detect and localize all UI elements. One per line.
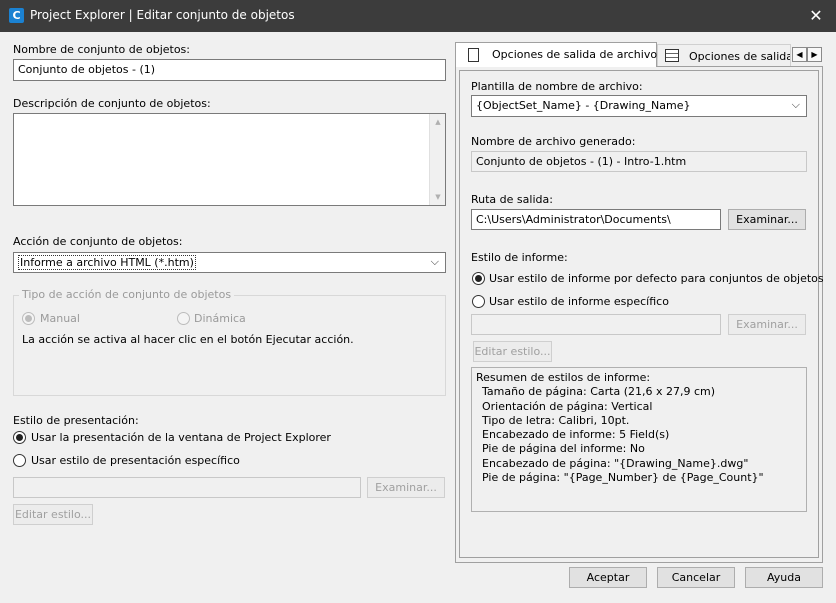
generated-filename-field: Conjunto de objetos - (1) - Intro-1.htm <box>471 151 807 172</box>
report-default-label: Usar estilo de informe por defecto para … <box>489 272 824 285</box>
cancel-button[interactable]: Cancelar <box>657 567 735 588</box>
template-select[interactable]: {ObjectSet_Name} - {Drawing_Name} ⌵ <box>471 95 807 117</box>
window-title: Project Explorer | Editar conjunto de ob… <box>30 8 295 22</box>
report-default-radio[interactable] <box>472 272 485 285</box>
output-path-label: Ruta de salida: <box>471 193 553 206</box>
document-icon <box>468 48 479 62</box>
summary-line: Tipo de letra: Calibri, 10pt. <box>482 413 630 427</box>
report-path-input[interactable] <box>471 314 721 335</box>
summary-line: Encabezado de página: "{Drawing_Name}.dw… <box>482 456 749 470</box>
action-select[interactable]: Informe a archivo HTML (*.htm) ⌵ <box>13 252 446 273</box>
presentation-explorer-label: Usar la presentación de la ventana de Pr… <box>31 431 331 444</box>
description-textarea[interactable]: ▲ ▼ <box>13 113 446 206</box>
action-label: Acción de conjunto de objetos: <box>13 235 183 248</box>
report-specific-label: Usar estilo de informe específico <box>489 295 669 308</box>
chevron-down-icon: ⌵ <box>430 255 439 268</box>
tab-output-options[interactable]: Opciones de salida <box>657 44 791 66</box>
summary-line: Pie de página: "{Page_Number} de {Page_C… <box>482 471 764 485</box>
title-bar: C Project Explorer | Editar conjunto de … <box>0 0 836 32</box>
action-note: La acción se activa al hacer clic en el … <box>22 333 354 346</box>
dynamic-radio[interactable] <box>177 312 190 325</box>
manual-radio[interactable] <box>22 312 35 325</box>
scroll-up-icon[interactable]: ▲ <box>430 118 446 126</box>
close-icon[interactable]: ✕ <box>796 0 836 32</box>
report-specific-radio[interactable] <box>472 295 485 308</box>
template-select-value: {ObjectSet_Name} - {Drawing_Name} <box>476 99 691 112</box>
tab-file-output-label: Opciones de salida de archivo <box>492 48 658 61</box>
presentation-specific-label: Usar estilo de presentación específico <box>31 454 240 467</box>
help-button[interactable]: Ayuda <box>745 567 823 588</box>
summary-line: Encabezado de informe: 5 Field(s) <box>482 428 670 442</box>
description-label: Descripción de conjunto de objetos: <box>13 97 211 110</box>
report-edit-button[interactable]: Editar estilo... <box>473 341 552 362</box>
presentation-label: Estilo de presentación: <box>13 414 139 427</box>
tab-scroll-right-icon[interactable]: ▶ <box>807 47 822 62</box>
dynamic-label: Dinámica <box>194 312 246 325</box>
report-browse-button[interactable]: Examinar... <box>728 314 806 335</box>
summary-line: Orientación de página: Vertical <box>482 399 653 413</box>
output-path-input[interactable]: C:\Users\Administrator\Documents\ <box>471 209 721 230</box>
summary-line: Pie de página del informe: No <box>482 442 645 456</box>
generated-label: Nombre de archivo generado: <box>471 135 636 148</box>
report-style-label: Estilo de informe: <box>471 251 568 264</box>
presentation-browse-button[interactable]: Examinar... <box>367 477 445 498</box>
accept-button[interactable]: Aceptar <box>569 567 647 588</box>
tab-scroll-left-icon[interactable]: ◀ <box>792 47 807 62</box>
name-label: Nombre de conjunto de objetos: <box>13 43 190 56</box>
description-scrollbar[interactable]: ▲ ▼ <box>429 114 445 205</box>
report-summary: Resumen de estilos de informe: Tamaño de… <box>471 367 807 512</box>
template-label: Plantilla de nombre de archivo: <box>471 80 643 93</box>
presentation-edit-button[interactable]: Editar estilo... <box>13 504 93 525</box>
tab-output-options-label: Opciones de salida <box>689 50 791 63</box>
output-browse-button[interactable]: Examinar... <box>728 209 806 230</box>
action-type-title: Tipo de acción de conjunto de objetos <box>19 288 235 301</box>
presentation-path-input[interactable] <box>13 477 361 498</box>
summary-line: Tamaño de página: Carta (21,6 x 27,9 cm) <box>482 385 716 399</box>
name-input[interactable]: Conjunto de objetos - (1) <box>13 59 446 81</box>
app-icon: C <box>9 8 24 23</box>
action-select-value: Informe a archivo HTML (*.htm) <box>18 255 196 270</box>
presentation-explorer-radio[interactable] <box>13 431 26 444</box>
chevron-down-icon: ⌵ <box>791 98 800 111</box>
manual-label: Manual <box>40 312 80 325</box>
tab-file-output[interactable]: Opciones de salida de archivo <box>455 42 657 67</box>
summary-title: Resumen de estilos de informe: <box>476 371 651 384</box>
scroll-down-icon[interactable]: ▼ <box>430 193 446 201</box>
presentation-specific-radio[interactable] <box>13 454 26 467</box>
table-icon <box>665 49 679 62</box>
